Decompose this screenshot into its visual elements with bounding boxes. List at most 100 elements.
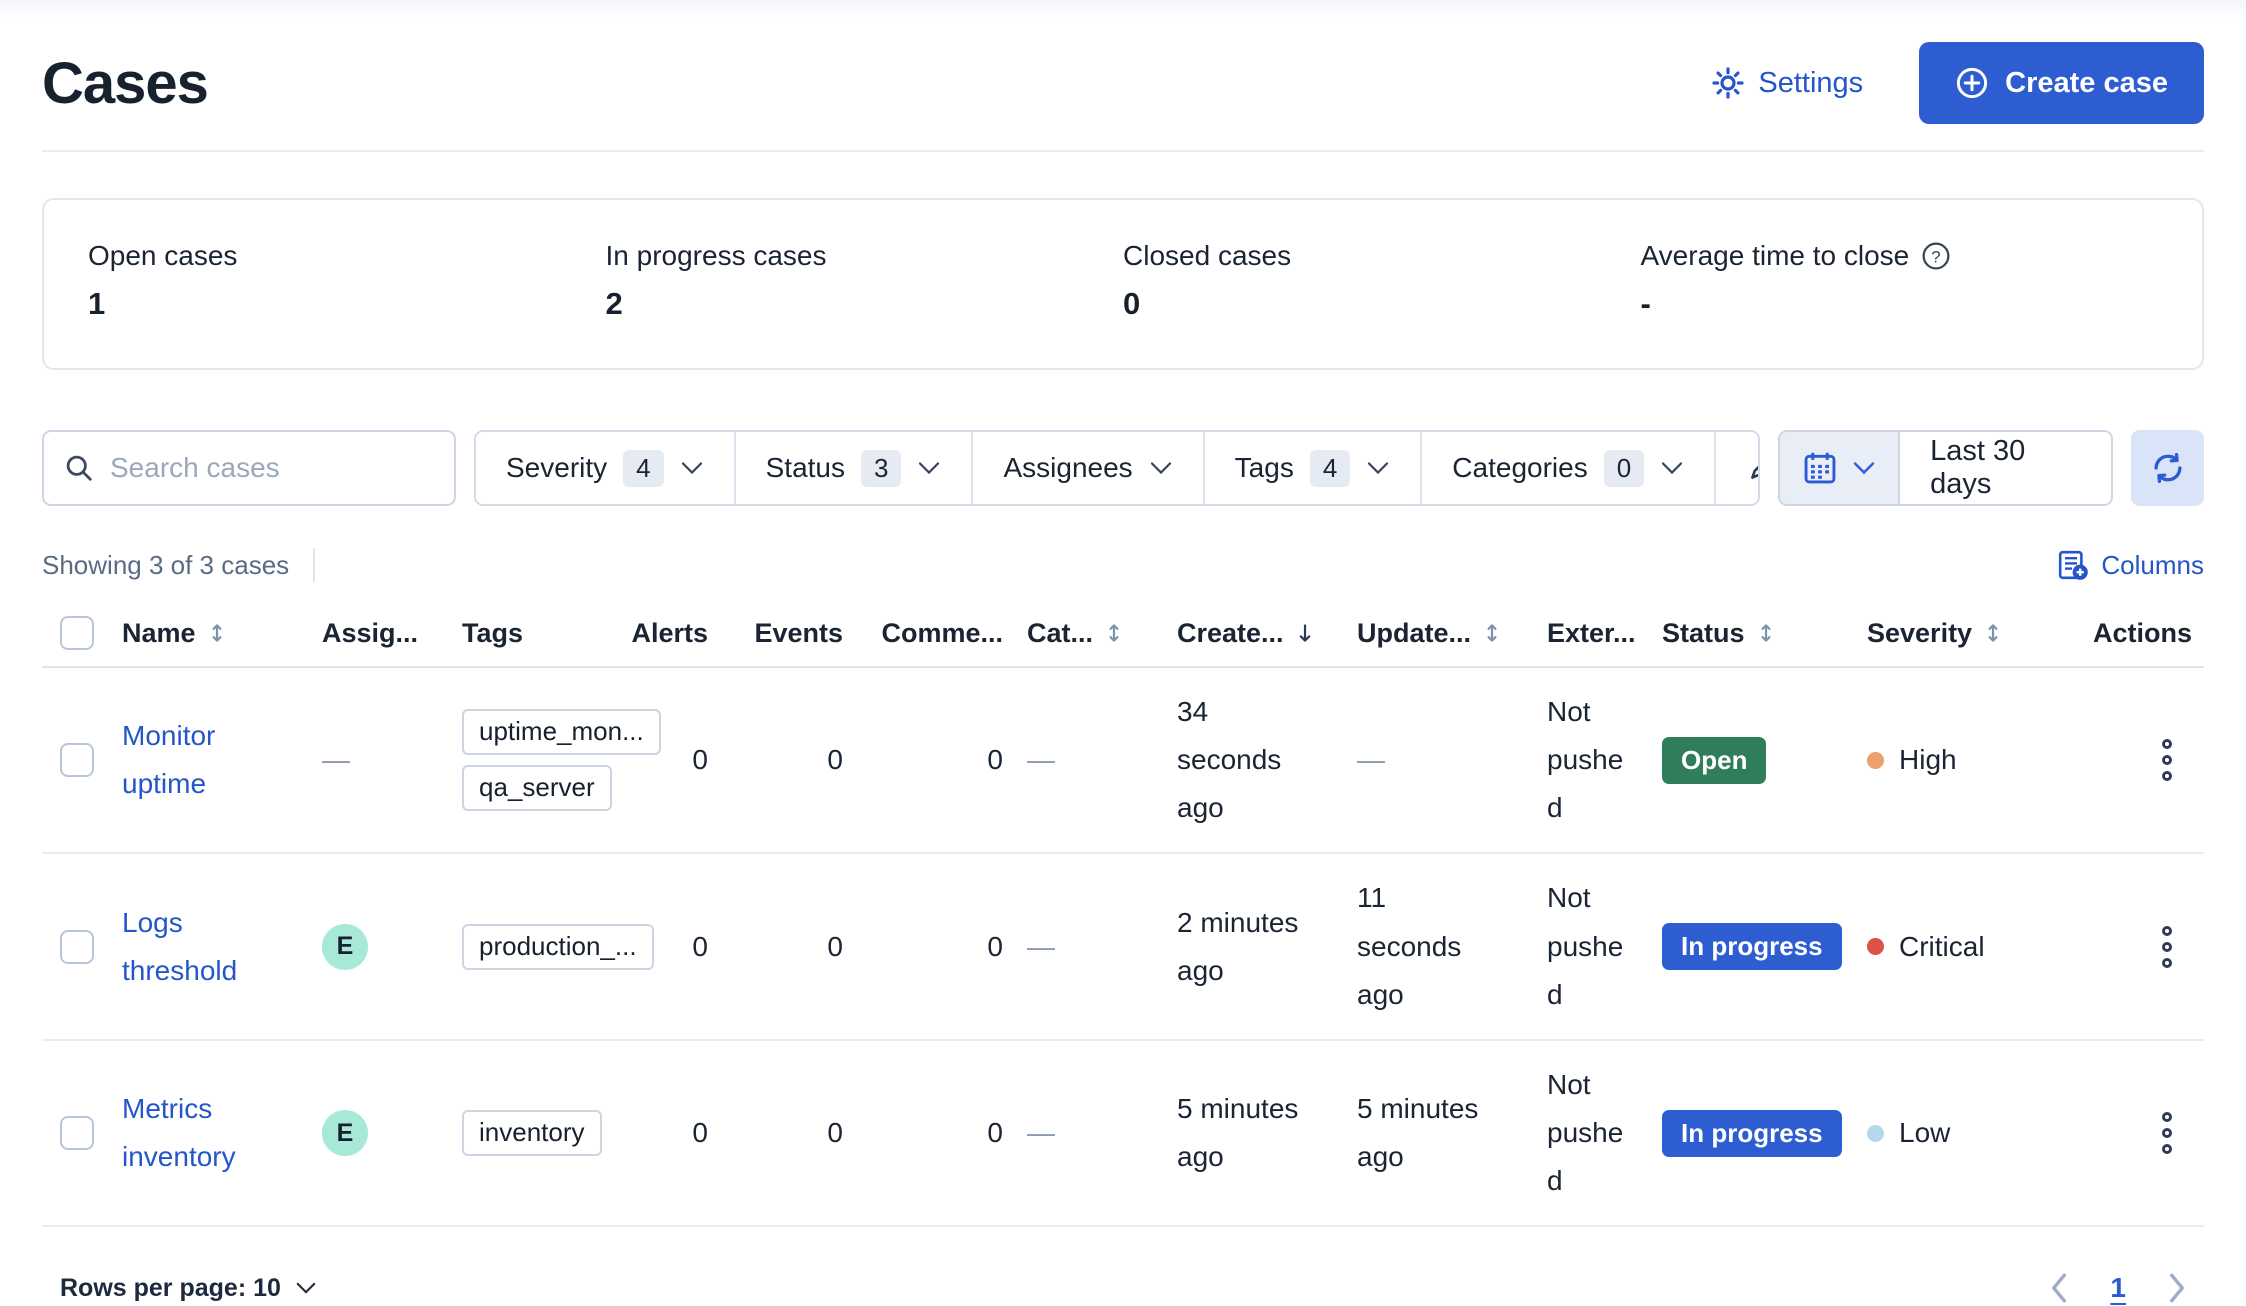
table-row: Monitor uptime — uptime_mon... qa_server… [42, 668, 2204, 854]
column-header-alerts[interactable]: Alerts [630, 618, 720, 649]
table-header-row: Name Assig... Tags Alerts Events Comme..… [42, 604, 2204, 668]
edit-filters-button[interactable] [1716, 432, 1760, 504]
column-header-status[interactable]: Status [1650, 618, 1855, 649]
assignee-avatar[interactable]: E [322, 924, 368, 970]
category-value: — [1027, 1109, 1055, 1157]
column-header-name[interactable]: Name [110, 618, 310, 649]
cases-count-summary: Showing 3 of 3 cases [42, 550, 289, 581]
tags-filter-count: 4 [1310, 450, 1350, 487]
alerts-count: 0 [630, 736, 720, 784]
search-input[interactable] [110, 452, 471, 484]
stat-closed-cases: Closed cases 0 [1123, 240, 1641, 322]
case-name-link[interactable]: Metrics inventory [122, 1085, 298, 1181]
comments-count: 0 [855, 923, 1015, 971]
svg-text:?: ? [1932, 247, 1941, 266]
assignee-avatar[interactable]: E [322, 1110, 368, 1156]
column-header-assignees[interactable]: Assig... [310, 618, 450, 649]
assignees-value: — [322, 736, 350, 784]
column-header-events[interactable]: Events [720, 618, 855, 649]
categories-filter-label: Categories [1452, 452, 1587, 484]
created-value: 2 minutes ago [1177, 899, 1302, 995]
search-box [42, 430, 456, 506]
categories-filter[interactable]: Categories 0 [1422, 432, 1716, 504]
column-header-external[interactable]: Exter... [1535, 618, 1650, 649]
row-actions-button[interactable] [2156, 733, 2178, 787]
create-case-button[interactable]: Create case [1919, 42, 2204, 124]
updated-value: 11 seconds ago [1357, 874, 1467, 1018]
status-badge[interactable]: In progress [1662, 1110, 1842, 1157]
cases-page: Cases Settings [0, 22, 2246, 1305]
pagination: 1 [2048, 1271, 2188, 1305]
alerts-count: 0 [630, 1109, 720, 1157]
previous-page-button[interactable] [2048, 1271, 2070, 1305]
column-header-created[interactable]: Create... [1165, 618, 1345, 649]
column-header-updated[interactable]: Update... [1345, 618, 1535, 649]
table-toolbar: Showing 3 of 3 cases Columns [42, 548, 2204, 582]
row-checkbox[interactable] [60, 743, 94, 777]
rows-per-page-label: Rows per page: 10 [60, 1274, 281, 1303]
status-filter-label: Status [766, 452, 845, 484]
next-page-button[interactable] [2166, 1271, 2188, 1305]
stat-value: - [1641, 286, 2159, 322]
tags-filter[interactable]: Tags 4 [1205, 432, 1423, 504]
settings-button[interactable]: Settings [1712, 67, 1863, 100]
chevron-down-icon [917, 460, 941, 476]
severity-filter[interactable]: Severity 4 [476, 432, 736, 504]
header-divider [42, 150, 2204, 152]
table-row: Logs threshold E production_... 0 0 0 — … [42, 854, 2204, 1040]
severity-label: High [1899, 736, 1957, 784]
category-value: — [1027, 923, 1055, 971]
date-range-button[interactable]: Last 30 days [1900, 432, 2111, 504]
column-header-tags[interactable]: Tags [450, 618, 630, 649]
filter-bar: Severity 4 Status 3 Assignees T [42, 430, 2204, 506]
column-header-comments[interactable]: Comme... [855, 618, 1015, 649]
sort-icon [1481, 620, 1503, 646]
stat-label: Open cases [88, 240, 606, 272]
stat-open-cases: Open cases 1 [88, 240, 606, 322]
question-circle-icon[interactable]: ? [1921, 241, 1951, 271]
date-controls: Last 30 days [1778, 430, 2204, 506]
external-status: Not pushed [1547, 1061, 1629, 1205]
column-header-severity[interactable]: Severity [1855, 618, 2075, 649]
calendar-icon [1802, 450, 1838, 486]
severity-dot [1867, 752, 1884, 769]
comments-count: 0 [855, 1109, 1015, 1157]
stat-average-time-to-close: Average time to close ? - [1641, 240, 2159, 322]
chevron-down-icon [1149, 460, 1173, 476]
row-checkbox[interactable] [60, 930, 94, 964]
toolbar-divider [313, 548, 315, 582]
row-checkbox[interactable] [60, 1116, 94, 1150]
create-case-label: Create case [2005, 67, 2168, 100]
row-actions-button[interactable] [2156, 1106, 2178, 1160]
settings-label: Settings [1758, 67, 1863, 100]
chevron-down-icon [295, 1281, 317, 1295]
updated-value: 5 minutes ago [1357, 1085, 1482, 1181]
row-actions-button[interactable] [2156, 920, 2178, 974]
sort-icon [206, 620, 228, 646]
page-number[interactable]: 1 [2110, 1272, 2126, 1304]
status-badge[interactable]: Open [1662, 737, 1766, 784]
column-header-category[interactable]: Cat... [1015, 618, 1165, 649]
status-badge[interactable]: In progress [1662, 923, 1842, 970]
status-filter-count: 3 [861, 450, 901, 487]
alerts-count: 0 [630, 923, 720, 971]
columns-button[interactable]: Columns [2057, 549, 2204, 581]
page-title: Cases [42, 50, 208, 117]
case-name-link[interactable]: Monitor uptime [122, 712, 298, 808]
select-all-checkbox[interactable] [60, 616, 94, 650]
severity-dot [1867, 1125, 1884, 1142]
case-name-link[interactable]: Logs threshold [122, 899, 298, 995]
severity-filter-count: 4 [623, 450, 663, 487]
stat-value: 2 [606, 286, 1124, 322]
created-value: 5 minutes ago [1177, 1085, 1302, 1181]
rows-per-page-button[interactable]: Rows per page: 10 [60, 1274, 317, 1303]
date-quick-select-button[interactable] [1780, 432, 1900, 504]
refresh-icon [2149, 449, 2187, 487]
assignees-filter[interactable]: Assignees [973, 432, 1204, 504]
stat-value: 0 [1123, 286, 1641, 322]
refresh-button[interactable] [2131, 430, 2204, 506]
chevron-down-icon [1660, 460, 1684, 476]
stat-label: Average time to close [1641, 240, 1910, 272]
status-filter[interactable]: Status 3 [736, 432, 974, 504]
stat-label: In progress cases [606, 240, 1124, 272]
